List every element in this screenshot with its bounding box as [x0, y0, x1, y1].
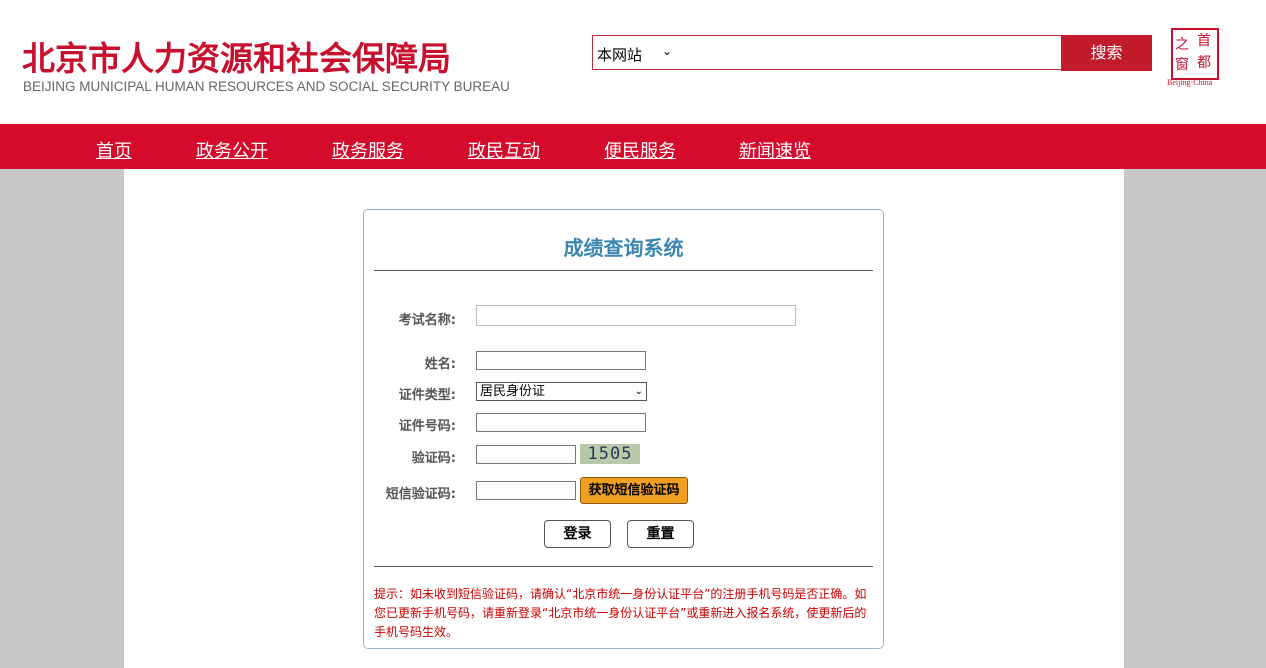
nav-item-news[interactable]: 新闻速览	[739, 137, 811, 163]
sms-code-label: 短信验证码:	[385, 487, 456, 502]
logo-char: 都	[1197, 55, 1211, 71]
search-input[interactable]	[683, 38, 1057, 69]
reset-button[interactable]: 重置	[627, 520, 694, 548]
capital-window-logo[interactable]: 首 都 之 窗 Beijing·China	[1165, 26, 1227, 88]
sms-code-field[interactable]	[476, 481, 576, 500]
exam-name-field[interactable]	[476, 305, 796, 326]
captcha-label: 验证码:	[411, 451, 456, 466]
id-type-selected: 居民身份证	[480, 384, 546, 399]
divider	[374, 566, 873, 567]
nav-item-gov-affairs-open[interactable]: 政务公开	[196, 137, 268, 163]
chevron-down-icon: ⌄	[634, 386, 643, 397]
name-label: 姓名:	[424, 357, 456, 372]
logo-char: 首	[1197, 33, 1211, 49]
captcha-image[interactable]: 1505	[580, 444, 640, 464]
panel-title: 成绩查询系统	[563, 236, 684, 260]
name-field[interactable]	[476, 351, 646, 370]
site-header: 北京市人力资源和社会保障局 BEIJING MUNICIPAL HUMAN RE…	[0, 0, 1266, 124]
score-query-panel: 成绩查询系统 考试名称: 姓名: 证件类型: 居民身份证 ⌄ 证件号码: 验证码…	[363, 209, 884, 649]
logo-char: 之	[1175, 37, 1189, 53]
chevron-down-icon[interactable]: ⌄	[662, 44, 672, 58]
nav-item-home[interactable]: 首页	[96, 137, 132, 163]
nav-item-interaction[interactable]: 政民互动	[468, 137, 540, 163]
id-type-select[interactable]: 居民身份证 ⌄	[476, 382, 647, 401]
main-nav: 首页 政务公开 政务服务 政民互动 便民服务 新闻速览	[0, 124, 1266, 169]
site-subtitle: BEIJING MUNICIPAL HUMAN RESOURCES AND SO…	[23, 79, 510, 94]
exam-name-label: 考试名称:	[398, 313, 456, 328]
id-number-field[interactable]	[476, 413, 646, 432]
divider	[374, 270, 873, 271]
id-number-label: 证件号码:	[398, 419, 456, 434]
logo-char: 窗	[1175, 57, 1189, 73]
get-sms-code-button[interactable]: 获取短信验证码	[580, 477, 688, 504]
logo-caption: Beijing·China	[1167, 78, 1213, 87]
nav-item-gov-services[interactable]: 政务服务	[332, 137, 404, 163]
search-box: 本网站 ⌄	[592, 35, 1061, 70]
login-button[interactable]: 登录	[544, 520, 611, 548]
site-title[interactable]: 北京市人力资源和社会保障局	[22, 32, 451, 80]
search-scope-select[interactable]: 本网站	[597, 44, 642, 65]
tip-text: 提示：如未收到短信验证码，请确认“北京市统一身份认证平台”的注册手机号码是否正确…	[374, 587, 867, 639]
search-button[interactable]: 搜索	[1061, 35, 1152, 71]
nav-item-public-services[interactable]: 便民服务	[604, 137, 676, 163]
id-type-label: 证件类型:	[398, 388, 456, 403]
captcha-field[interactable]	[476, 445, 576, 464]
